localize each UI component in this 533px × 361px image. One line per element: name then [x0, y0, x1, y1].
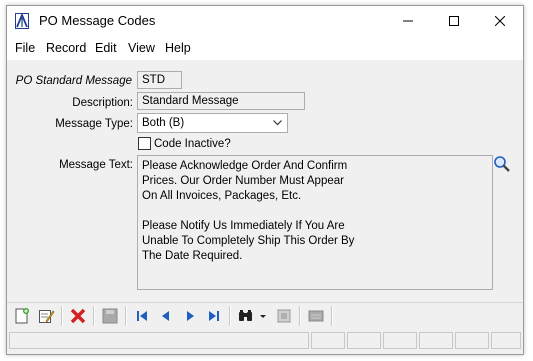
toolbar — [7, 302, 523, 329]
status-pane — [491, 332, 521, 349]
edit-document-icon — [39, 310, 55, 323]
description-field[interactable]: Standard Message — [137, 92, 305, 110]
menu-edit[interactable]: Edit — [95, 41, 117, 55]
code-inactive-checkbox[interactable] — [138, 137, 151, 150]
zoom-button[interactable] — [493, 155, 511, 173]
status-bar — [7, 330, 523, 352]
menu-record[interactable]: Record — [46, 41, 86, 55]
toolbar-separator — [299, 306, 301, 326]
notes-button[interactable] — [306, 307, 326, 325]
message-text-label: Message Text: — [59, 159, 133, 171]
message-type-select[interactable]: Both (B) — [137, 113, 288, 133]
menu-file[interactable]: File — [15, 41, 35, 55]
menu-view[interactable]: View — [128, 41, 155, 55]
code-inactive-label: Code Inactive? — [154, 138, 231, 150]
maximize-button[interactable] — [431, 6, 477, 36]
binoculars-icon — [239, 310, 266, 321]
lookup-icon — [277, 309, 291, 323]
status-pane — [347, 332, 381, 349]
previous-record-button[interactable] — [156, 307, 176, 325]
app-logo-icon — [15, 13, 29, 29]
status-pane-main — [9, 332, 309, 349]
next-record-button[interactable] — [180, 307, 200, 325]
lookup-button[interactable] — [274, 307, 294, 325]
magnifier-icon — [494, 156, 510, 172]
menu-help[interactable]: Help — [165, 41, 191, 55]
maximize-icon — [449, 16, 459, 26]
first-record-button[interactable] — [132, 307, 152, 325]
new-document-icon — [15, 308, 29, 324]
po-standard-message-label: PO Standard Message — [15, 75, 132, 87]
close-button[interactable] — [477, 6, 523, 36]
description-label: Description: — [72, 97, 133, 109]
status-pane — [455, 332, 489, 349]
delete-record-button[interactable] — [68, 307, 88, 325]
previous-arrow-icon — [162, 311, 169, 321]
title-bar[interactable]: PO Message Codes — [7, 6, 523, 36]
find-button[interactable] — [236, 307, 270, 325]
next-arrow-icon — [187, 311, 194, 321]
window-title: PO Message Codes — [39, 13, 156, 28]
status-pane — [311, 332, 345, 349]
po-standard-message-field[interactable]: STD — [137, 71, 182, 89]
menu-bar: File Record Edit View Help — [7, 36, 523, 60]
save-record-button[interactable] — [100, 307, 120, 325]
new-record-button[interactable] — [12, 307, 32, 325]
minimize-icon — [403, 20, 413, 22]
chevron-down-icon — [273, 120, 282, 126]
last-record-icon — [209, 311, 219, 321]
close-icon — [495, 16, 505, 26]
toolbar-separator — [61, 306, 63, 326]
toolbar-separator — [93, 306, 95, 326]
toolbar-separator — [331, 306, 333, 326]
first-record-icon — [137, 311, 147, 321]
toolbar-separator — [229, 306, 231, 326]
message-type-label: Message Type: — [55, 118, 133, 130]
notes-icon — [308, 310, 324, 322]
application-window: PO Message Codes File Record Edit View H… — [6, 5, 524, 355]
save-disk-icon — [102, 308, 118, 324]
message-type-value: Both (B) — [142, 117, 185, 129]
last-record-button[interactable] — [204, 307, 224, 325]
message-text-area[interactable]: Please Acknowledge Order And Confirm Pri… — [137, 155, 493, 290]
toolbar-separator — [125, 306, 127, 326]
delete-x-icon — [70, 308, 86, 324]
edit-record-button[interactable] — [36, 307, 56, 325]
status-pane — [383, 332, 417, 349]
minimize-button[interactable] — [385, 6, 431, 36]
status-pane — [419, 332, 453, 349]
